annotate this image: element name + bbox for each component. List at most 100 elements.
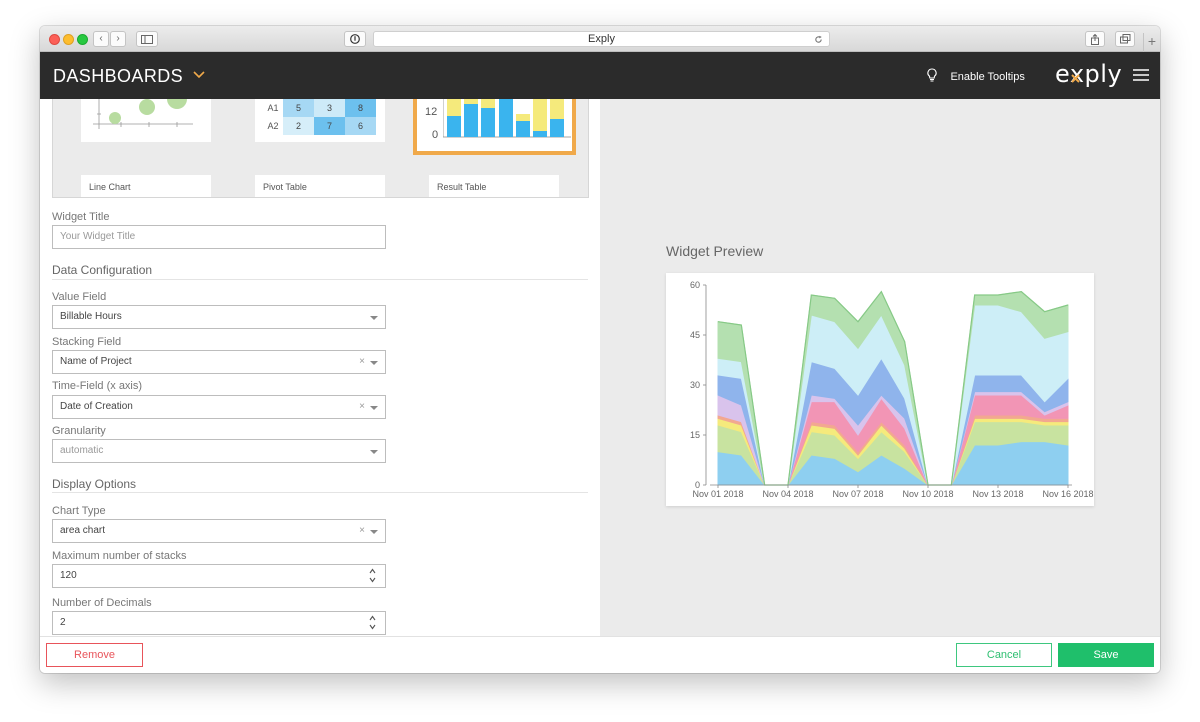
gallery-item-pivot-table[interactable]: Pivot Table [255, 175, 385, 197]
dropdown-arrow-icon [370, 316, 378, 320]
stacking-field-select[interactable]: Name of Project × [52, 350, 386, 374]
back-button[interactable]: ‹ [93, 31, 109, 47]
max-stacks-value: 120 [60, 570, 77, 581]
pivot-table-thumbnail[interactable]: A1 A2 5 3 8 2 7 6 [255, 99, 385, 142]
share-button[interactable] [1085, 31, 1105, 47]
clear-icon[interactable]: × [359, 520, 365, 542]
pivot-cell: 5 [283, 99, 314, 117]
clear-icon[interactable]: × [359, 396, 365, 418]
time-field-select[interactable]: Date of Creation × [52, 395, 386, 419]
chart-type-select[interactable]: area chart × [52, 519, 386, 543]
stepper-up-icon[interactable] [369, 568, 376, 574]
granularity-label: Granularity [52, 425, 106, 437]
stacking-field-label: Stacking Field [52, 336, 122, 348]
chevron-down-icon [193, 71, 206, 79]
y-tick-label: 30 [690, 380, 700, 390]
time-field-value: Date of Creation [60, 401, 133, 412]
app-header: DASHBOARDS Enable Tooltips exply [40, 52, 1160, 99]
dashboards-menu[interactable]: DASHBOARDS [53, 66, 206, 86]
exply-logo: exply [1055, 60, 1122, 88]
stacking-field-value: Name of Project [60, 356, 132, 367]
bubble-chart-preview [93, 99, 193, 129]
pivot-cell: 2 [283, 117, 314, 135]
bar-chart-preview [443, 99, 571, 138]
share-icon [1091, 33, 1099, 45]
result-axis-label: 12 [425, 106, 438, 118]
x-tick-label: Nov 01 2018 [692, 489, 743, 499]
max-stacks-label: Maximum number of stacks [52, 550, 187, 562]
decimals-label: Number of Decimals [52, 597, 152, 609]
gallery-item-result-table[interactable]: Result Table [429, 175, 559, 197]
x-tick-label: Nov 10 2018 [902, 489, 953, 499]
new-tab-button[interactable]: + [1143, 33, 1160, 52]
remove-button[interactable]: Remove [46, 643, 143, 667]
tabs-button[interactable] [1115, 31, 1135, 47]
result-table-thumbnail[interactable]: 12 0 [413, 99, 576, 155]
widget-preview-panel: Widget Preview 0 15 30 45 60 Nov 01 2018 Nov 0… [600, 99, 1160, 636]
pivot-cell: 7 [314, 117, 345, 135]
dropdown-arrow-icon [370, 450, 378, 454]
save-button[interactable]: Save [1058, 643, 1154, 667]
granularity-select[interactable]: automatic [52, 439, 386, 463]
pivot-row-label: A1 [267, 103, 279, 113]
minimize-window-button[interactable] [63, 34, 74, 45]
zoom-window-button[interactable] [77, 34, 88, 45]
footer-bar: Remove Cancel Save [40, 636, 1160, 673]
gallery-item-line-chart[interactable]: Line Chart [81, 175, 211, 197]
x-tick-label: Nov 16 2018 [1042, 489, 1093, 499]
section-divider [52, 492, 588, 493]
max-stacks-input[interactable]: 120 [52, 564, 386, 588]
section-divider [52, 279, 588, 280]
reload-icon[interactable] [814, 35, 823, 44]
hamburger-icon [1133, 69, 1149, 81]
decimals-value: 2 [60, 617, 66, 628]
widget-title-input[interactable]: Your Widget Title [52, 225, 386, 249]
value-field-label: Value Field [52, 291, 107, 303]
sidebar-toggle-button[interactable] [136, 31, 158, 47]
x-tick-label: Nov 04 2018 [762, 489, 813, 499]
number-stepper[interactable] [369, 566, 376, 583]
time-field-label: Time-Field (x axis) [52, 380, 143, 392]
stepper-down-icon[interactable] [369, 577, 376, 583]
enable-tooltips-button[interactable]: Enable Tooltips [927, 67, 1025, 85]
number-stepper[interactable] [369, 613, 376, 630]
address-bar[interactable]: Exply [373, 31, 830, 47]
pivot-cell: 3 [314, 99, 345, 117]
value-field-select[interactable]: Billable Hours [52, 305, 386, 329]
hamburger-menu-button[interactable] [1133, 68, 1149, 82]
area-chart: 015304560Nov 01 2018 Nov 04 2018 Nov 07 20… [690, 280, 1094, 499]
sidebar-icon [141, 35, 153, 44]
lightbulb-icon [927, 68, 937, 82]
decimals-input[interactable]: 2 [52, 611, 386, 635]
page-title: DASHBOARDS [53, 66, 184, 86]
tabs-icon [1119, 34, 1130, 44]
x-tick-label: Nov 13 2018 [972, 489, 1023, 499]
cancel-button[interactable]: Cancel [956, 643, 1052, 667]
logo-text: exply [1055, 60, 1123, 88]
y-tick-label: 15 [690, 430, 700, 440]
logo-x-mark [1071, 74, 1080, 83]
stepper-up-icon[interactable] [369, 615, 376, 621]
dropdown-arrow-icon [370, 406, 378, 410]
clear-icon[interactable]: × [359, 351, 365, 373]
dropdown-arrow-icon [370, 361, 378, 365]
forward-button[interactable]: › [110, 31, 126, 47]
widget-type-gallery: Line Chart A1 A2 5 3 8 2 7 6 Pivot Table… [52, 99, 589, 198]
data-configuration-heading: Data Configuration [52, 263, 153, 277]
stepper-down-icon[interactable] [369, 624, 376, 630]
widget-config-panel: Line Chart A1 A2 5 3 8 2 7 6 Pivot Table… [40, 99, 600, 636]
line-chart-thumbnail[interactable] [81, 99, 211, 142]
site-info-button[interactable] [344, 31, 366, 47]
chart-type-value: area chart [60, 525, 106, 536]
browser-window: ‹ › Exply + DASHBOARDS Enable Tooltips e… [40, 26, 1160, 673]
y-tick-label: 60 [690, 280, 700, 290]
address-bar-title: Exply [588, 33, 615, 45]
granularity-value: automatic [60, 445, 104, 456]
enable-tooltips-label: Enable Tooltips [950, 71, 1025, 83]
widget-preview-title: Widget Preview [666, 243, 764, 259]
x-tick-label: Nov 07 2018 [832, 489, 883, 499]
y-tick-label: 45 [690, 330, 700, 340]
close-window-button[interactable] [49, 34, 60, 45]
info-icon [350, 34, 360, 44]
result-axis-label: 0 [432, 129, 439, 141]
